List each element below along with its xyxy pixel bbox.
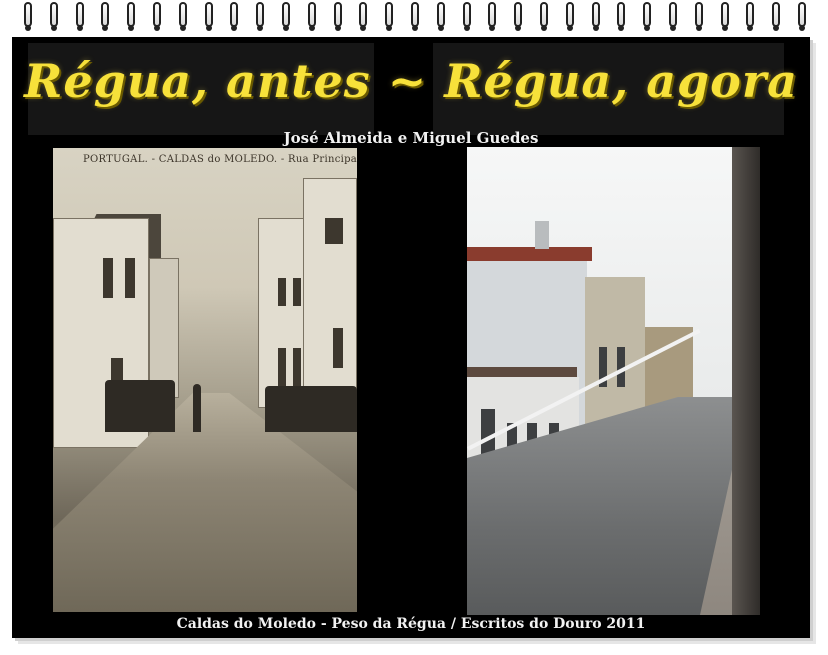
binding-ring <box>437 2 445 27</box>
binding-hole <box>618 25 624 31</box>
binding-ring <box>230 2 238 27</box>
binding-ring <box>50 2 58 27</box>
old-window <box>103 258 113 298</box>
binding-hole <box>541 25 547 31</box>
right-building-edge <box>732 147 760 615</box>
binding-hole <box>464 25 470 31</box>
poster-footer: Caldas do Moledo - Peso da Régua / Escri… <box>176 616 646 632</box>
binding-ring <box>256 2 264 27</box>
binding-ring <box>76 2 84 27</box>
binding-ring <box>334 2 342 27</box>
binding-hole <box>180 25 186 31</box>
old-building-right <box>303 178 357 418</box>
binding-ring <box>488 2 496 27</box>
postcard-caption: PORTUGAL. - CALDAS do MOLEDO. - Rua Prin… <box>83 154 357 165</box>
binding-hole <box>51 25 57 31</box>
old-window <box>333 328 343 368</box>
binding-ring <box>179 2 187 27</box>
binding-hole <box>283 25 289 31</box>
binding-hole <box>360 25 366 31</box>
binding-ring <box>540 2 548 27</box>
binding-hole <box>515 25 521 31</box>
binding-hole <box>593 25 599 31</box>
binding-hole <box>567 25 573 31</box>
binding-ring <box>514 2 522 27</box>
binding-ring <box>385 2 393 27</box>
binding-hole <box>309 25 315 31</box>
old-street-photo: PORTUGAL. - CALDAS do MOLEDO. - Rua Prin… <box>53 148 357 612</box>
binding-hole <box>335 25 341 31</box>
binding-hole <box>25 25 31 31</box>
old-window <box>278 278 286 306</box>
binding-hole <box>644 25 650 31</box>
binding-hole <box>257 25 263 31</box>
binding-ring <box>205 2 213 27</box>
binding-ring <box>24 2 32 27</box>
binding-hole <box>206 25 212 31</box>
new-roof <box>467 367 577 377</box>
poster-authors: José Almeida e Miguel Guedes <box>283 129 539 147</box>
poster-title: Régua, antes ~ Régua, agora <box>24 54 798 108</box>
binding-ring <box>153 2 161 27</box>
binding-ring <box>643 2 651 27</box>
old-figure <box>193 384 201 432</box>
old-window <box>278 348 286 388</box>
binding-ring <box>695 2 703 27</box>
old-window <box>293 348 301 388</box>
binding-hole <box>102 25 108 31</box>
binding-ring <box>669 2 677 27</box>
binding-ring <box>463 2 471 27</box>
binding-hole <box>799 25 805 31</box>
binding-hole <box>722 25 728 31</box>
old-window <box>325 218 343 244</box>
binding-ring <box>798 2 806 27</box>
binding-hole <box>386 25 392 31</box>
poster-page: Régua, antes ~ Régua, agora José Almeida… <box>0 0 828 655</box>
binding-hole <box>438 25 444 31</box>
new-chimney <box>535 221 549 249</box>
binding-ring <box>746 2 754 27</box>
binding-hole <box>670 25 676 31</box>
old-window <box>293 278 301 306</box>
binding-ring <box>411 2 419 27</box>
spiral-binding <box>0 0 828 34</box>
binding-ring <box>772 2 780 27</box>
new-street-photo <box>467 147 760 615</box>
binding-ring <box>282 2 290 27</box>
binding-ring <box>308 2 316 27</box>
binding-ring <box>359 2 367 27</box>
binding-hole <box>77 25 83 31</box>
binding-hole <box>154 25 160 31</box>
old-building-middle <box>149 258 179 398</box>
binding-ring <box>721 2 729 27</box>
old-crowd-right <box>265 386 357 432</box>
binding-hole <box>128 25 134 31</box>
binding-ring <box>101 2 109 27</box>
binding-hole <box>773 25 779 31</box>
binding-hole <box>412 25 418 31</box>
poster-panel: Régua, antes ~ Régua, agora José Almeida… <box>12 37 810 638</box>
binding-hole <box>489 25 495 31</box>
binding-ring <box>566 2 574 27</box>
binding-ring <box>617 2 625 27</box>
old-crowd-left <box>105 380 175 432</box>
binding-hole <box>231 25 237 31</box>
binding-hole <box>696 25 702 31</box>
new-roof <box>467 247 592 261</box>
binding-ring <box>592 2 600 27</box>
binding-hole <box>747 25 753 31</box>
old-window <box>125 258 135 298</box>
binding-ring <box>127 2 135 27</box>
